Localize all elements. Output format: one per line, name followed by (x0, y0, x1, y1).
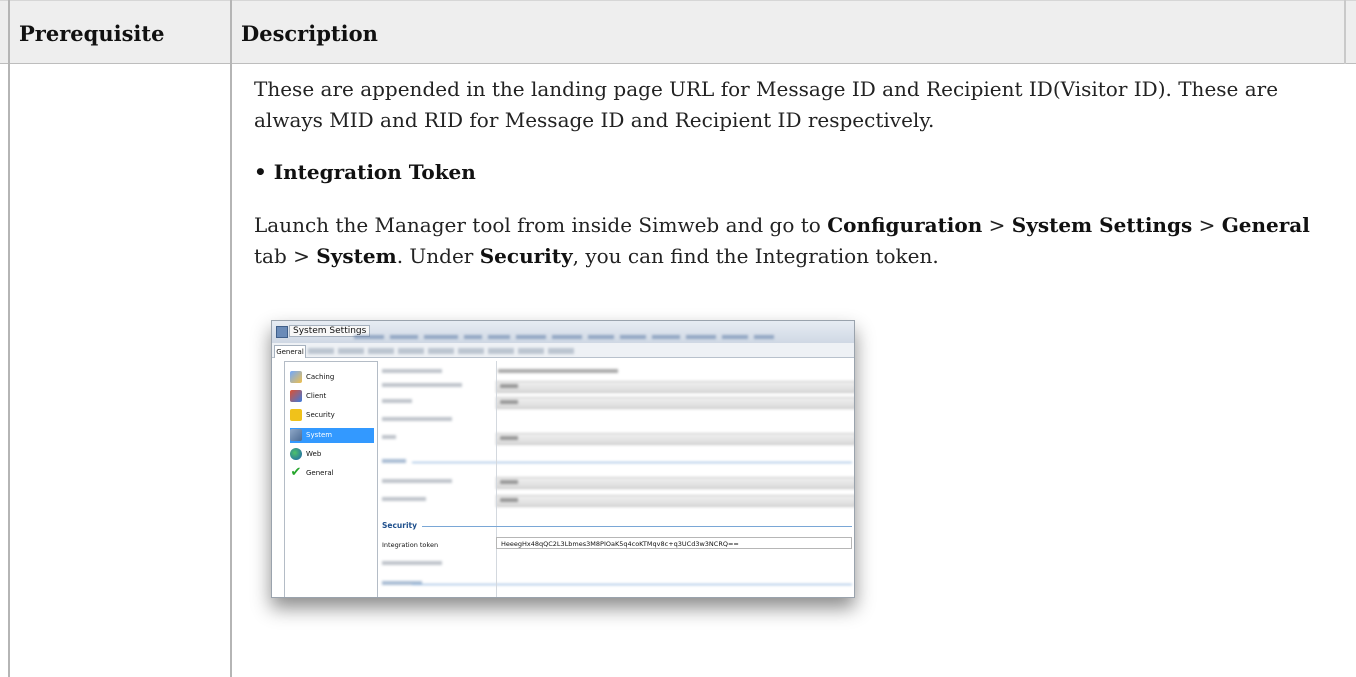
blurred-toolbar-menu (354, 324, 850, 339)
tree-item-system: System (290, 428, 374, 443)
tree-item-general: ✔ General (290, 465, 334, 480)
prerequisite-table: Prerequisite Description These are appen… (0, 0, 1356, 677)
bold-security: Security (479, 244, 573, 268)
bold-configuration: Configuration (827, 213, 983, 237)
globe-icon (290, 448, 302, 460)
window-icon (276, 326, 288, 338)
table-border-left (8, 0, 10, 677)
tree-item-caching: Caching (290, 370, 374, 385)
caching-icon (290, 371, 302, 383)
screenshot-titlebar: System Settings (272, 321, 854, 344)
tree-item-client: Client (290, 389, 374, 404)
header-description: Description (241, 21, 378, 46)
tree-item-security: Security (290, 408, 374, 423)
bullet-integration-token: • Integration Token (254, 160, 476, 184)
lock-icon (290, 409, 302, 421)
table-column-divider (230, 0, 232, 677)
settings-tree: Caching Client Security System Web ✔ Gene… (284, 361, 378, 597)
client-icon (290, 390, 302, 402)
checkmark-icon: ✔ (290, 465, 302, 480)
table-border-right (1344, 0, 1346, 64)
tree-item-web: Web (290, 447, 374, 462)
integration-token-field: HeeegHx48qQC2L3Lbmes3M8PIOaK5q4coKTMqv8c… (496, 537, 852, 549)
table-header-row: Prerequisite Description (0, 0, 1356, 64)
description-paragraph: These are appended in the landing page U… (254, 77, 1279, 132)
grid-column-divider (496, 361, 497, 597)
section-security-line (422, 526, 852, 527)
blurred-settings-grid (378, 361, 854, 597)
integration-token-label: Integration token (382, 541, 439, 549)
bold-system: System (316, 244, 397, 268)
tab-general: General (274, 345, 306, 358)
header-prerequisite: Prerequisite (19, 21, 165, 46)
system-settings-screenshot: System Settings General Caching Client S… (271, 320, 855, 598)
wrench-icon (290, 429, 302, 441)
bold-general: General (1221, 213, 1310, 237)
bold-system-settings: System Settings (1011, 213, 1193, 237)
section-security: Security (382, 521, 418, 530)
instruction-paragraph: Launch the Manager tool from inside Simw… (254, 213, 1310, 268)
blurred-tabs (308, 348, 578, 354)
